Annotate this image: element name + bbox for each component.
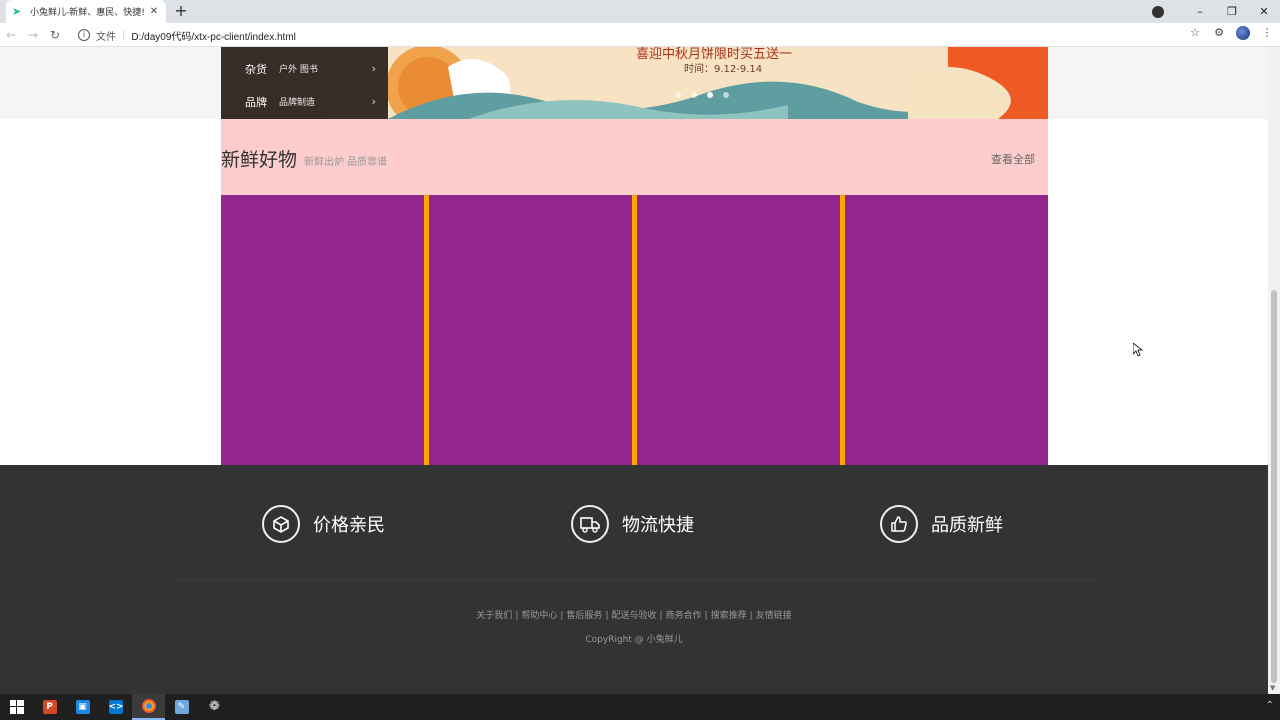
footer-divider bbox=[175, 580, 1095, 581]
copyright-text: CopyRight @ 小兔鲜儿 bbox=[585, 635, 683, 645]
tab-close-icon[interactable]: ✕ bbox=[148, 6, 160, 17]
banner-time: 时间：9.12-9.14 bbox=[684, 64, 763, 75]
thumbs-up-icon bbox=[880, 505, 918, 543]
restore-button[interactable]: ❐ bbox=[1216, 5, 1248, 18]
tab-title: 小兔鲜儿-新鲜、惠民、快捷! bbox=[30, 8, 145, 18]
carousel-dot-active[interactable] bbox=[707, 92, 713, 98]
file-manager-icon[interactable]: ▣ bbox=[66, 694, 99, 720]
forward-arrow-icon[interactable]: → bbox=[22, 28, 44, 42]
new-tab-button[interactable]: + bbox=[172, 2, 190, 20]
promise-delivery: 物流快捷 bbox=[571, 505, 694, 543]
chevron-right-icon: › bbox=[371, 62, 376, 75]
page-scrollbar[interactable]: ▼ bbox=[1268, 47, 1280, 694]
window-controls: – ❐ ✕ bbox=[1152, 0, 1280, 23]
promise-label: 价格亲民 bbox=[313, 515, 385, 536]
goods-card[interactable] bbox=[221, 195, 424, 465]
chrome-icon[interactable] bbox=[132, 694, 165, 720]
toolbar-right: ☆ ⚙ ⋮ bbox=[1188, 26, 1274, 40]
bookmark-star-icon[interactable]: ☆ bbox=[1188, 26, 1202, 40]
fresh-goods-list bbox=[221, 195, 1048, 465]
category-main-label: 杂货 bbox=[245, 62, 267, 76]
link-separator: | bbox=[560, 611, 564, 621]
rabbit-favicon-icon: ➤ bbox=[12, 4, 22, 18]
footer-link-after-sales[interactable]: 售后服务 bbox=[566, 611, 602, 621]
mouse-cursor-icon bbox=[1133, 343, 1143, 357]
category-menu: 杂货 户外 图书 › 品牌 品牌制造 › bbox=[221, 47, 388, 119]
fresh-goods-header: 新鲜好物 新鲜出炉 品质靠谱 查看全部 bbox=[221, 119, 1048, 195]
link-separator: | bbox=[659, 611, 663, 621]
footer-link-friends[interactable]: 友情链接 bbox=[756, 611, 792, 621]
profile-avatar[interactable] bbox=[1236, 26, 1250, 40]
typora-icon[interactable]: ✎ bbox=[165, 694, 198, 720]
promise-label: 品质新鲜 bbox=[931, 515, 1003, 536]
address-toolbar: ← → ↻ i 文件 | D:/day09代码/xtx-pc-client/in… bbox=[0, 23, 1280, 47]
goods-card[interactable] bbox=[637, 195, 840, 465]
price-box-icon bbox=[262, 505, 300, 543]
tab-search-icon[interactable] bbox=[1152, 5, 1164, 18]
settings-icon[interactable]: ❁ bbox=[198, 694, 231, 720]
category-item-brand[interactable]: 品牌 品牌制造 › bbox=[221, 85, 388, 118]
carousel-dot[interactable] bbox=[691, 92, 697, 98]
section-subtitle: 新鲜出炉 品质靠谱 bbox=[304, 157, 388, 168]
close-window-button[interactable]: ✕ bbox=[1248, 5, 1280, 18]
view-all-link[interactable]: 查看全部 bbox=[991, 151, 1035, 167]
omnibox[interactable]: i 文件 | D:/day09代码/xtx-pc-client/index.ht… bbox=[74, 25, 1210, 45]
goods-card[interactable] bbox=[429, 195, 632, 465]
category-sub-label[interactable]: 品牌制造 bbox=[279, 95, 315, 108]
link-separator: | bbox=[749, 611, 753, 621]
promise-quality: 品质新鲜 bbox=[880, 505, 1003, 543]
footer-link-delivery[interactable]: 配送与验收 bbox=[611, 611, 656, 621]
footer-link-help[interactable]: 帮助中心 bbox=[521, 611, 557, 621]
back-arrow-icon[interactable]: ← bbox=[0, 28, 22, 42]
os-taskbar: P ▣ <> ✎ ❁ ⌃ bbox=[0, 694, 1280, 720]
delivery-truck-icon bbox=[571, 505, 609, 543]
extensions-puzzle-icon[interactable]: ⚙ bbox=[1212, 26, 1226, 40]
promise-label: 物流快捷 bbox=[622, 515, 694, 536]
link-separator: | bbox=[515, 611, 519, 621]
link-separator: | bbox=[605, 611, 609, 621]
footer-link-about[interactable]: 关于我们 bbox=[476, 611, 512, 621]
scheme-label: 文件 bbox=[96, 31, 116, 43]
windows-start-icon[interactable] bbox=[0, 694, 33, 720]
section-title: 新鲜好物 bbox=[221, 149, 298, 171]
goods-card[interactable] bbox=[845, 195, 1048, 465]
omnibox-separator: | bbox=[122, 29, 126, 41]
category-main-label: 品牌 bbox=[245, 95, 267, 109]
carousel-dot[interactable] bbox=[723, 92, 729, 98]
page-viewport: 杂货 户外 图书 › 品牌 品牌制造 › 喜迎中秋月饼限时买五送一 时间：9.1… bbox=[0, 47, 1268, 694]
browser-tab-strip: ➤ 小兔鲜儿-新鲜、惠民、快捷! ✕ + – ❐ ✕ bbox=[0, 0, 1280, 23]
link-separator: | bbox=[704, 611, 708, 621]
hero-banner: 杂货 户外 图书 › 品牌 品牌制造 › 喜迎中秋月饼限时买五送一 时间：9.1… bbox=[221, 47, 1048, 119]
reload-icon[interactable]: ↻ bbox=[44, 28, 66, 42]
category-item-groceries[interactable]: 杂货 户外 图书 › bbox=[221, 52, 388, 85]
promise-price: 价格亲民 bbox=[262, 505, 385, 543]
footer-link-business[interactable]: 商务合作 bbox=[666, 611, 702, 621]
scrollbar-thumb[interactable] bbox=[1271, 290, 1277, 683]
info-icon[interactable]: i bbox=[78, 29, 90, 41]
carousel-indicators bbox=[675, 92, 729, 98]
minimize-button[interactable]: – bbox=[1184, 5, 1216, 18]
url-text[interactable]: D:/day09代码/xtx-pc-client/index.html bbox=[131, 28, 296, 43]
browser-tab[interactable]: ➤ 小兔鲜儿-新鲜、惠民、快捷! ✕ bbox=[6, 0, 166, 23]
carousel-dot[interactable] bbox=[675, 92, 681, 98]
footer-link-search[interactable]: 搜索推荐 bbox=[711, 611, 747, 621]
footer-links: 关于我们 | 帮助中心 | 售后服务 | 配送与验收 | 商务合作 | 搜索推荐 | 友情链接 bbox=[0, 608, 1268, 621]
chevron-right-icon: › bbox=[371, 95, 376, 108]
scroll-down-arrow-icon[interactable]: ▼ bbox=[1270, 684, 1275, 692]
kebab-menu-icon[interactable]: ⋮ bbox=[1260, 26, 1274, 40]
powerpoint-icon[interactable]: P bbox=[33, 694, 66, 720]
tray-chevron-icon[interactable]: ⌃ bbox=[1266, 700, 1274, 711]
site-footer: 价格亲民 物流快捷 品质新鲜 关于我们 | 帮助中心 | 售后服务 | 配送与验收 | 商务合作… bbox=[0, 465, 1268, 694]
vscode-icon[interactable]: <> bbox=[99, 694, 132, 720]
category-sub-label[interactable]: 户外 图书 bbox=[279, 62, 318, 75]
